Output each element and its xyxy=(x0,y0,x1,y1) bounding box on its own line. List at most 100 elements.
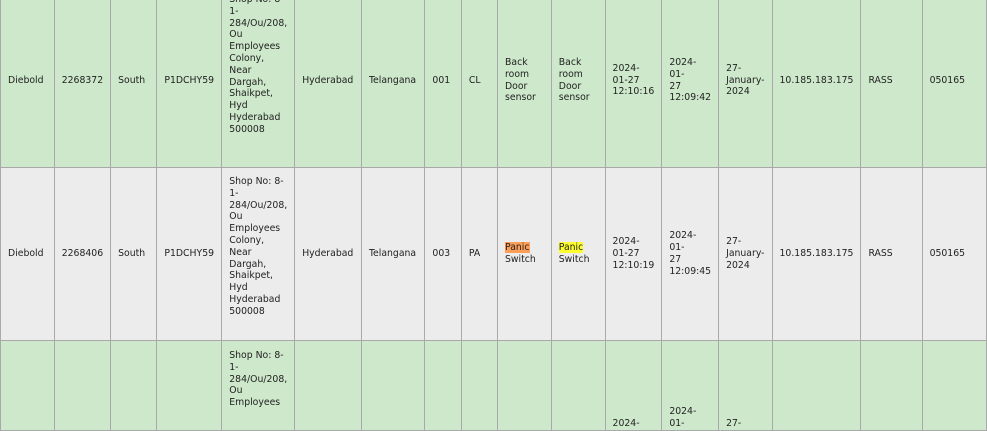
ip-address-value: 10.185.183.175 xyxy=(779,74,854,86)
city-cell xyxy=(294,340,362,431)
address-line: 500008 xyxy=(229,305,265,317)
vendor-value: Diebold xyxy=(8,248,44,260)
type-cell: RASS xyxy=(860,167,923,341)
created-time-cell: 2024- xyxy=(604,340,663,431)
code-cell xyxy=(921,340,987,431)
address-line: Shaikpet, xyxy=(229,88,273,100)
code-value: 050165 xyxy=(929,248,966,260)
address-line: Shop No: 8- xyxy=(229,176,284,187)
address-line: 284/Ou/208, xyxy=(229,199,288,211)
type-cell xyxy=(860,340,923,431)
vendor-value: Diebold xyxy=(8,74,44,86)
alert-description-2-line: sensor xyxy=(558,92,590,104)
city-cell: Hyderabad xyxy=(294,0,362,168)
alert-description-cell: Panic Switch xyxy=(497,167,552,341)
date-line: 27- xyxy=(726,418,742,430)
type-value: RASS xyxy=(868,74,893,86)
address-line: Shop No: 8- xyxy=(229,350,284,361)
address-line: Colony, xyxy=(229,234,265,246)
address-line: Dargah, xyxy=(229,76,267,88)
created-time-line: 12:10:16 xyxy=(612,86,655,98)
address-cell: Shop No: 8-1-284/Ou/208,OuEmployeesColon… xyxy=(221,167,296,341)
zone-number-cell: 001 xyxy=(424,0,462,168)
zone-code-cell: CL xyxy=(460,0,499,168)
date-line: January- xyxy=(726,248,765,260)
vendor-cell: Diebold xyxy=(0,167,55,341)
zone-number-cell xyxy=(424,340,462,431)
region-cell: South xyxy=(110,167,158,341)
vendor-cell: Diebold xyxy=(0,0,55,168)
received-time-line: 12:09:45 xyxy=(669,265,712,277)
created-time-line: 2024- xyxy=(612,418,640,430)
zone-code-value: CL xyxy=(468,74,481,86)
address-line: Ou xyxy=(229,211,243,223)
site-code-cell: P1DCHY59 xyxy=(156,167,223,341)
table-row: Diebold 2268372 South P1DCHY59 Shop No: 8-1-… xyxy=(0,0,987,168)
zone-number-value: 001 xyxy=(432,74,451,86)
atm-id-cell: 2268406 xyxy=(53,167,112,341)
city-value: Hyderabad xyxy=(302,74,354,86)
date-cell: 27- January- 2024 xyxy=(718,0,773,168)
received-time-line: 2024-01- xyxy=(669,230,697,254)
date-line: January- xyxy=(726,74,765,86)
alert-description-line: Panic xyxy=(505,242,530,254)
code-cell: 050165 xyxy=(921,0,987,168)
alert-description-2-line: Switch xyxy=(558,254,590,265)
address-line: Shaikpet, xyxy=(229,270,273,282)
site-code-cell: P1DCHY59 xyxy=(156,0,223,168)
atm-id-value: 2268372 xyxy=(61,74,104,86)
site-code-value: P1DCHY59 xyxy=(164,74,215,86)
date-line: 27- xyxy=(726,236,742,248)
received-time-line: 2024-01- xyxy=(669,56,697,80)
region-cell xyxy=(110,340,158,431)
alert-description-cell: Back room Door sensor xyxy=(497,0,552,168)
vendor-cell xyxy=(0,340,55,431)
address-cell: Shop No: 8- 1- 284/Ou/208, Ou Employees xyxy=(221,340,296,431)
date-cell: 27- January- 2024 xyxy=(718,167,773,341)
code-value: 050165 xyxy=(929,74,966,86)
alert-description-line: room xyxy=(505,68,530,80)
address-line: 284/Ou/208, xyxy=(229,17,288,29)
alert-description-line: Switch xyxy=(505,254,536,265)
received-time-line: 27 xyxy=(669,254,682,265)
city-cell: Hyderabad xyxy=(294,167,362,341)
ip-address-cell: 10.185.183.175 xyxy=(771,167,862,341)
zone-code-value: PA xyxy=(468,248,481,260)
state-cell xyxy=(360,340,426,431)
created-time-cell: 2024- 01-27 12:10:16 xyxy=(604,0,663,168)
date-line: 27- xyxy=(726,62,742,74)
type-value: RASS xyxy=(868,248,893,260)
address-line: Hyderabad xyxy=(229,111,281,123)
received-time-line: 2024-01- xyxy=(669,406,697,430)
address-line: Hyd xyxy=(229,282,248,294)
alert-description-cell xyxy=(497,340,552,431)
alert-description-line: sensor xyxy=(505,92,536,104)
ip-address-cell xyxy=(771,340,862,431)
created-time-line: 01-27 xyxy=(612,248,640,260)
address-line: 284/Ou/208, xyxy=(229,373,288,385)
alerts-table: Diebold2268372SouthP1DCHY59Shop No: 8-1-… xyxy=(0,0,987,431)
region-cell: South xyxy=(110,0,158,168)
state-value: Telangana xyxy=(368,74,417,86)
address-line: Employees xyxy=(229,223,281,235)
site-code-cell xyxy=(156,340,223,431)
atm-id-value: 2268406 xyxy=(61,248,104,260)
ip-address-cell: 10.185.183.175 xyxy=(771,0,862,168)
date-cell: 27- xyxy=(718,340,773,431)
zone-code-cell xyxy=(460,340,499,431)
zone-number-value: 003 xyxy=(432,248,451,260)
created-time-line: 2024- xyxy=(612,62,640,74)
address-line: Ou xyxy=(229,385,243,397)
zone-number-cell: 003 xyxy=(424,167,462,341)
table-row: Diebold 2268406 South P1DCHY59 Shop No: 8- 1-… xyxy=(0,167,987,341)
table-body: Diebold2268372SouthP1DCHY59Shop No: 8-1-… xyxy=(0,0,987,431)
region-value: South xyxy=(118,248,146,260)
address-line: 1- xyxy=(229,361,239,373)
table-row: Shop No: 8- 1- 284/Ou/208, Ou Employees 2024-… xyxy=(0,340,987,431)
alert-description-2-line: Door xyxy=(558,80,582,92)
code-cell: 050165 xyxy=(921,167,987,341)
created-time-line: 12:10:19 xyxy=(612,259,655,271)
address-cell: Shop No: 8-1-284/Ou/208,OuEmployeesColon… xyxy=(221,0,296,168)
alert-description-2-line: Back xyxy=(558,56,582,68)
address-line: Colony, xyxy=(229,52,265,64)
